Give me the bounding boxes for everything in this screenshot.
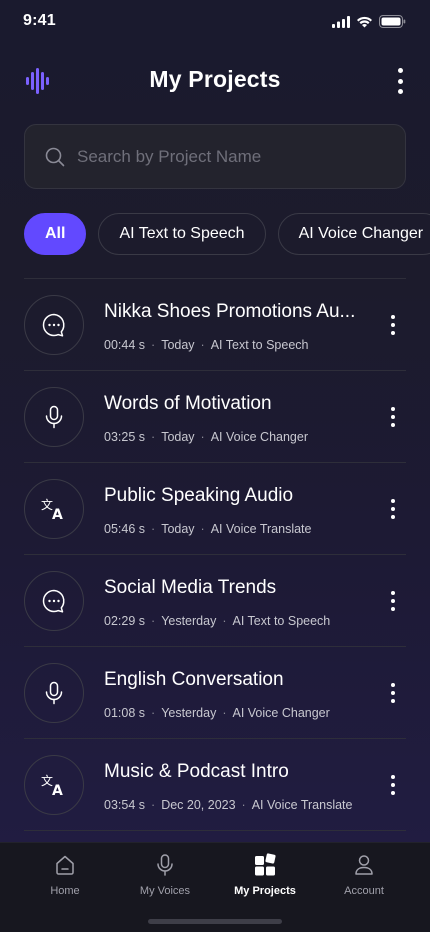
project-title: English Conversation: [104, 669, 284, 690]
bottom-navigation: Home My Voices My Projects Account: [0, 842, 430, 932]
item-more-icon[interactable]: [390, 407, 396, 427]
project-meta: 02:29 s · Yesterday · AI Text to Speech: [104, 614, 331, 628]
project-item[interactable]: Nikka Shoes Promotions Au... 00:44 s · Tod…: [24, 279, 406, 371]
cellular-signal-icon: [332, 15, 350, 28]
user-icon: [355, 855, 373, 875]
home-icon: [56, 855, 74, 875]
project-date: Today: [161, 522, 195, 536]
search-input[interactable]: [77, 146, 377, 167]
project-meta: 05:46 s · Today · AI Voice Translate: [104, 522, 312, 536]
project-item[interactable]: 文A Music & Podcast Intro 03:54 s · Dec 20,…: [24, 739, 406, 831]
project-date: Dec 20, 2023: [161, 798, 236, 812]
project-duration: 05:46 s: [104, 522, 146, 536]
project-type: AI Voice Changer: [232, 706, 330, 720]
status-icons: [332, 15, 406, 28]
chat-bubble-icon: [24, 571, 84, 631]
filter-chip-ai-text-to-speech[interactable]: AI Text to Speech: [98, 213, 266, 255]
project-item[interactable]: Words of Motivation 03:25 s · Today · AI Voi…: [24, 371, 406, 463]
microphone-icon: [157, 854, 173, 876]
project-type: AI Text to Speech: [232, 614, 331, 628]
nav-my-voices[interactable]: My Voices: [120, 853, 210, 897]
project-type: AI Voice Translate: [251, 798, 353, 812]
search-bar[interactable]: [24, 124, 406, 189]
project-date: Yesterday: [161, 706, 217, 720]
microphone-icon: [24, 387, 84, 447]
nav-label: My Projects: [234, 885, 296, 897]
project-meta: 01:08 s · Yesterday · AI Voice Changer: [104, 706, 330, 720]
project-type: AI Voice Changer: [210, 430, 309, 444]
search-icon: [45, 147, 65, 166]
app-header: My Projects: [0, 56, 430, 104]
microphone-icon: [24, 663, 84, 723]
svg-text:A: A: [52, 507, 63, 522]
nav-home[interactable]: Home: [20, 853, 110, 897]
project-list: Nikka Shoes Promotions Au... 00:44 s · Tod…: [24, 278, 406, 831]
project-title: Social Media Trends: [104, 577, 277, 598]
svg-text:A: A: [52, 783, 63, 798]
nav-label: Home: [50, 885, 80, 897]
project-item[interactable]: Social Media Trends 02:29 s · Yesterday · AI…: [24, 555, 406, 647]
project-duration: 03:25 s: [104, 430, 146, 444]
project-title: Music & Podcast Intro: [104, 761, 289, 782]
project-type: AI Voice Translate: [210, 522, 312, 536]
project-date: Today: [161, 430, 195, 444]
project-date: Yesterday: [161, 614, 217, 628]
project-meta: 00:44 s · Today · AI Text to Speech: [104, 338, 309, 352]
project-duration: 01:08 s: [104, 706, 146, 720]
chat-bubble-icon: [24, 295, 84, 355]
project-meta: 03:54 s · Dec 20, 2023 · AI Voice Translate: [104, 798, 353, 812]
nav-my-projects[interactable]: My Projects: [220, 853, 310, 897]
translate-icon: 文A: [24, 479, 84, 539]
grid-icon: [255, 853, 276, 876]
status-time: 9:41: [23, 12, 56, 29]
status-bar: 9:41: [0, 0, 430, 44]
more-options-icon[interactable]: [396, 68, 404, 94]
filter-chips: All AI Text to Speech AI Voice Changer: [24, 213, 430, 255]
item-more-icon[interactable]: [390, 591, 396, 611]
item-more-icon[interactable]: [390, 315, 396, 335]
filter-chip-ai-voice-changer[interactable]: AI Voice Changer: [277, 213, 430, 255]
nav-label: My Voices: [139, 885, 191, 897]
project-meta: 03:25 s · Today · AI Voice Changer: [104, 430, 309, 444]
nav-account[interactable]: Account: [319, 853, 409, 897]
project-item[interactable]: English Conversation 01:08 s · Yesterday · A…: [24, 647, 406, 739]
project-date: Today: [161, 338, 195, 352]
project-title: Words of Motivation: [104, 393, 272, 414]
project-type: AI Text to Speech: [210, 338, 309, 352]
project-item[interactable]: 文A Public Speaking Audio 05:46 s · Today · A…: [24, 463, 406, 555]
project-duration: 03:54 s: [104, 798, 146, 812]
project-duration: 02:29 s: [104, 614, 146, 628]
item-more-icon[interactable]: [390, 683, 396, 703]
project-title: Nikka Shoes Promotions Au...: [104, 301, 356, 322]
filter-chip-all[interactable]: All: [24, 213, 87, 255]
battery-icon: [379, 15, 406, 28]
project-duration: 00:44 s: [104, 338, 146, 352]
page-title: My Projects: [149, 66, 281, 92]
item-more-icon[interactable]: [390, 499, 396, 519]
item-more-icon[interactable]: [390, 775, 396, 795]
nav-label: Account: [344, 885, 384, 897]
wifi-icon: [357, 16, 372, 27]
home-indicator: [148, 919, 282, 924]
translate-icon: 文A: [24, 755, 84, 815]
project-title: Public Speaking Audio: [104, 485, 294, 506]
